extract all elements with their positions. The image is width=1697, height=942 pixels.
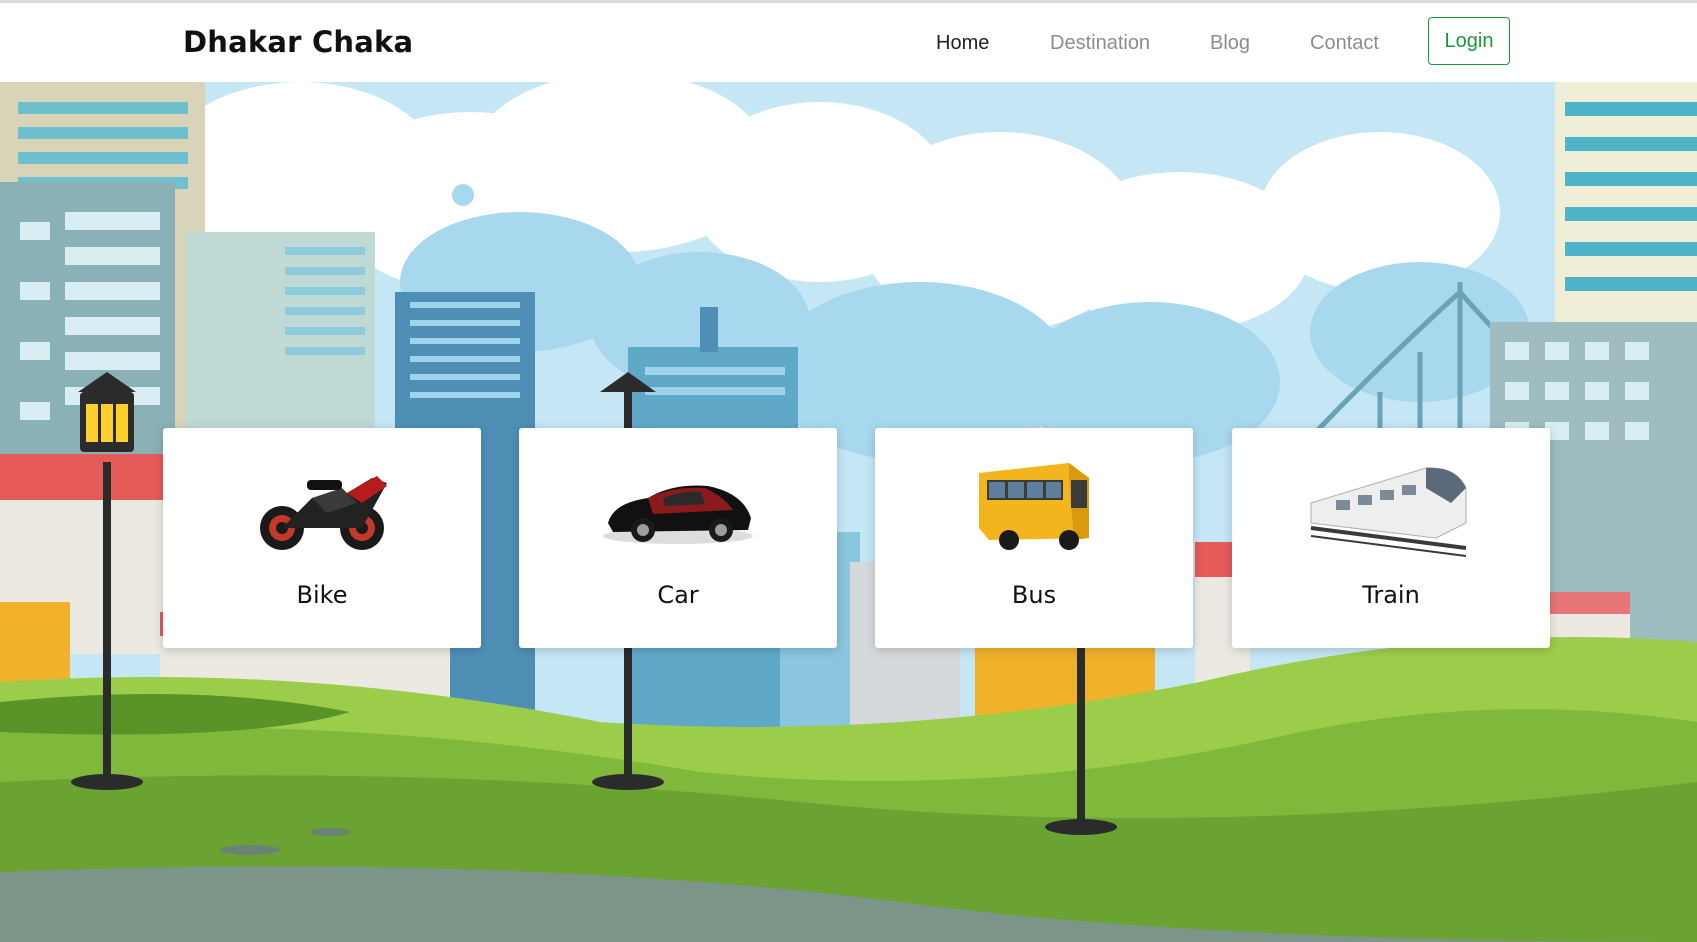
car-icon: [603, 485, 753, 544]
transport-card-car[interactable]: Car: [519, 428, 837, 648]
transport-card-train[interactable]: Train: [1232, 428, 1550, 648]
motorcycle-icon: [260, 476, 387, 550]
transport-card-bus[interactable]: Bus: [875, 428, 1193, 648]
nav-link-contact[interactable]: Contact: [1310, 32, 1379, 55]
card-title-car: Car: [657, 581, 699, 609]
card-title-train: Train: [1362, 581, 1420, 609]
bus-icon: [979, 463, 1089, 550]
train-icon: [1310, 467, 1467, 557]
card-title-bus: Bus: [1011, 581, 1057, 609]
transport-card-bike[interactable]: Bike: [163, 428, 481, 648]
card-title-bike: Bike: [296, 581, 348, 609]
nav-link-destination[interactable]: Destination: [1050, 32, 1150, 55]
nav-link-blog[interactable]: Blog: [1210, 32, 1250, 55]
brand-logo[interactable]: Dhakar Chaka: [183, 25, 413, 59]
login-button[interactable]: Login: [1428, 17, 1510, 65]
nav-link-home[interactable]: Home: [936, 32, 989, 55]
navbar: Dhakar Chaka Home Destination Blog Conta…: [0, 3, 1697, 82]
